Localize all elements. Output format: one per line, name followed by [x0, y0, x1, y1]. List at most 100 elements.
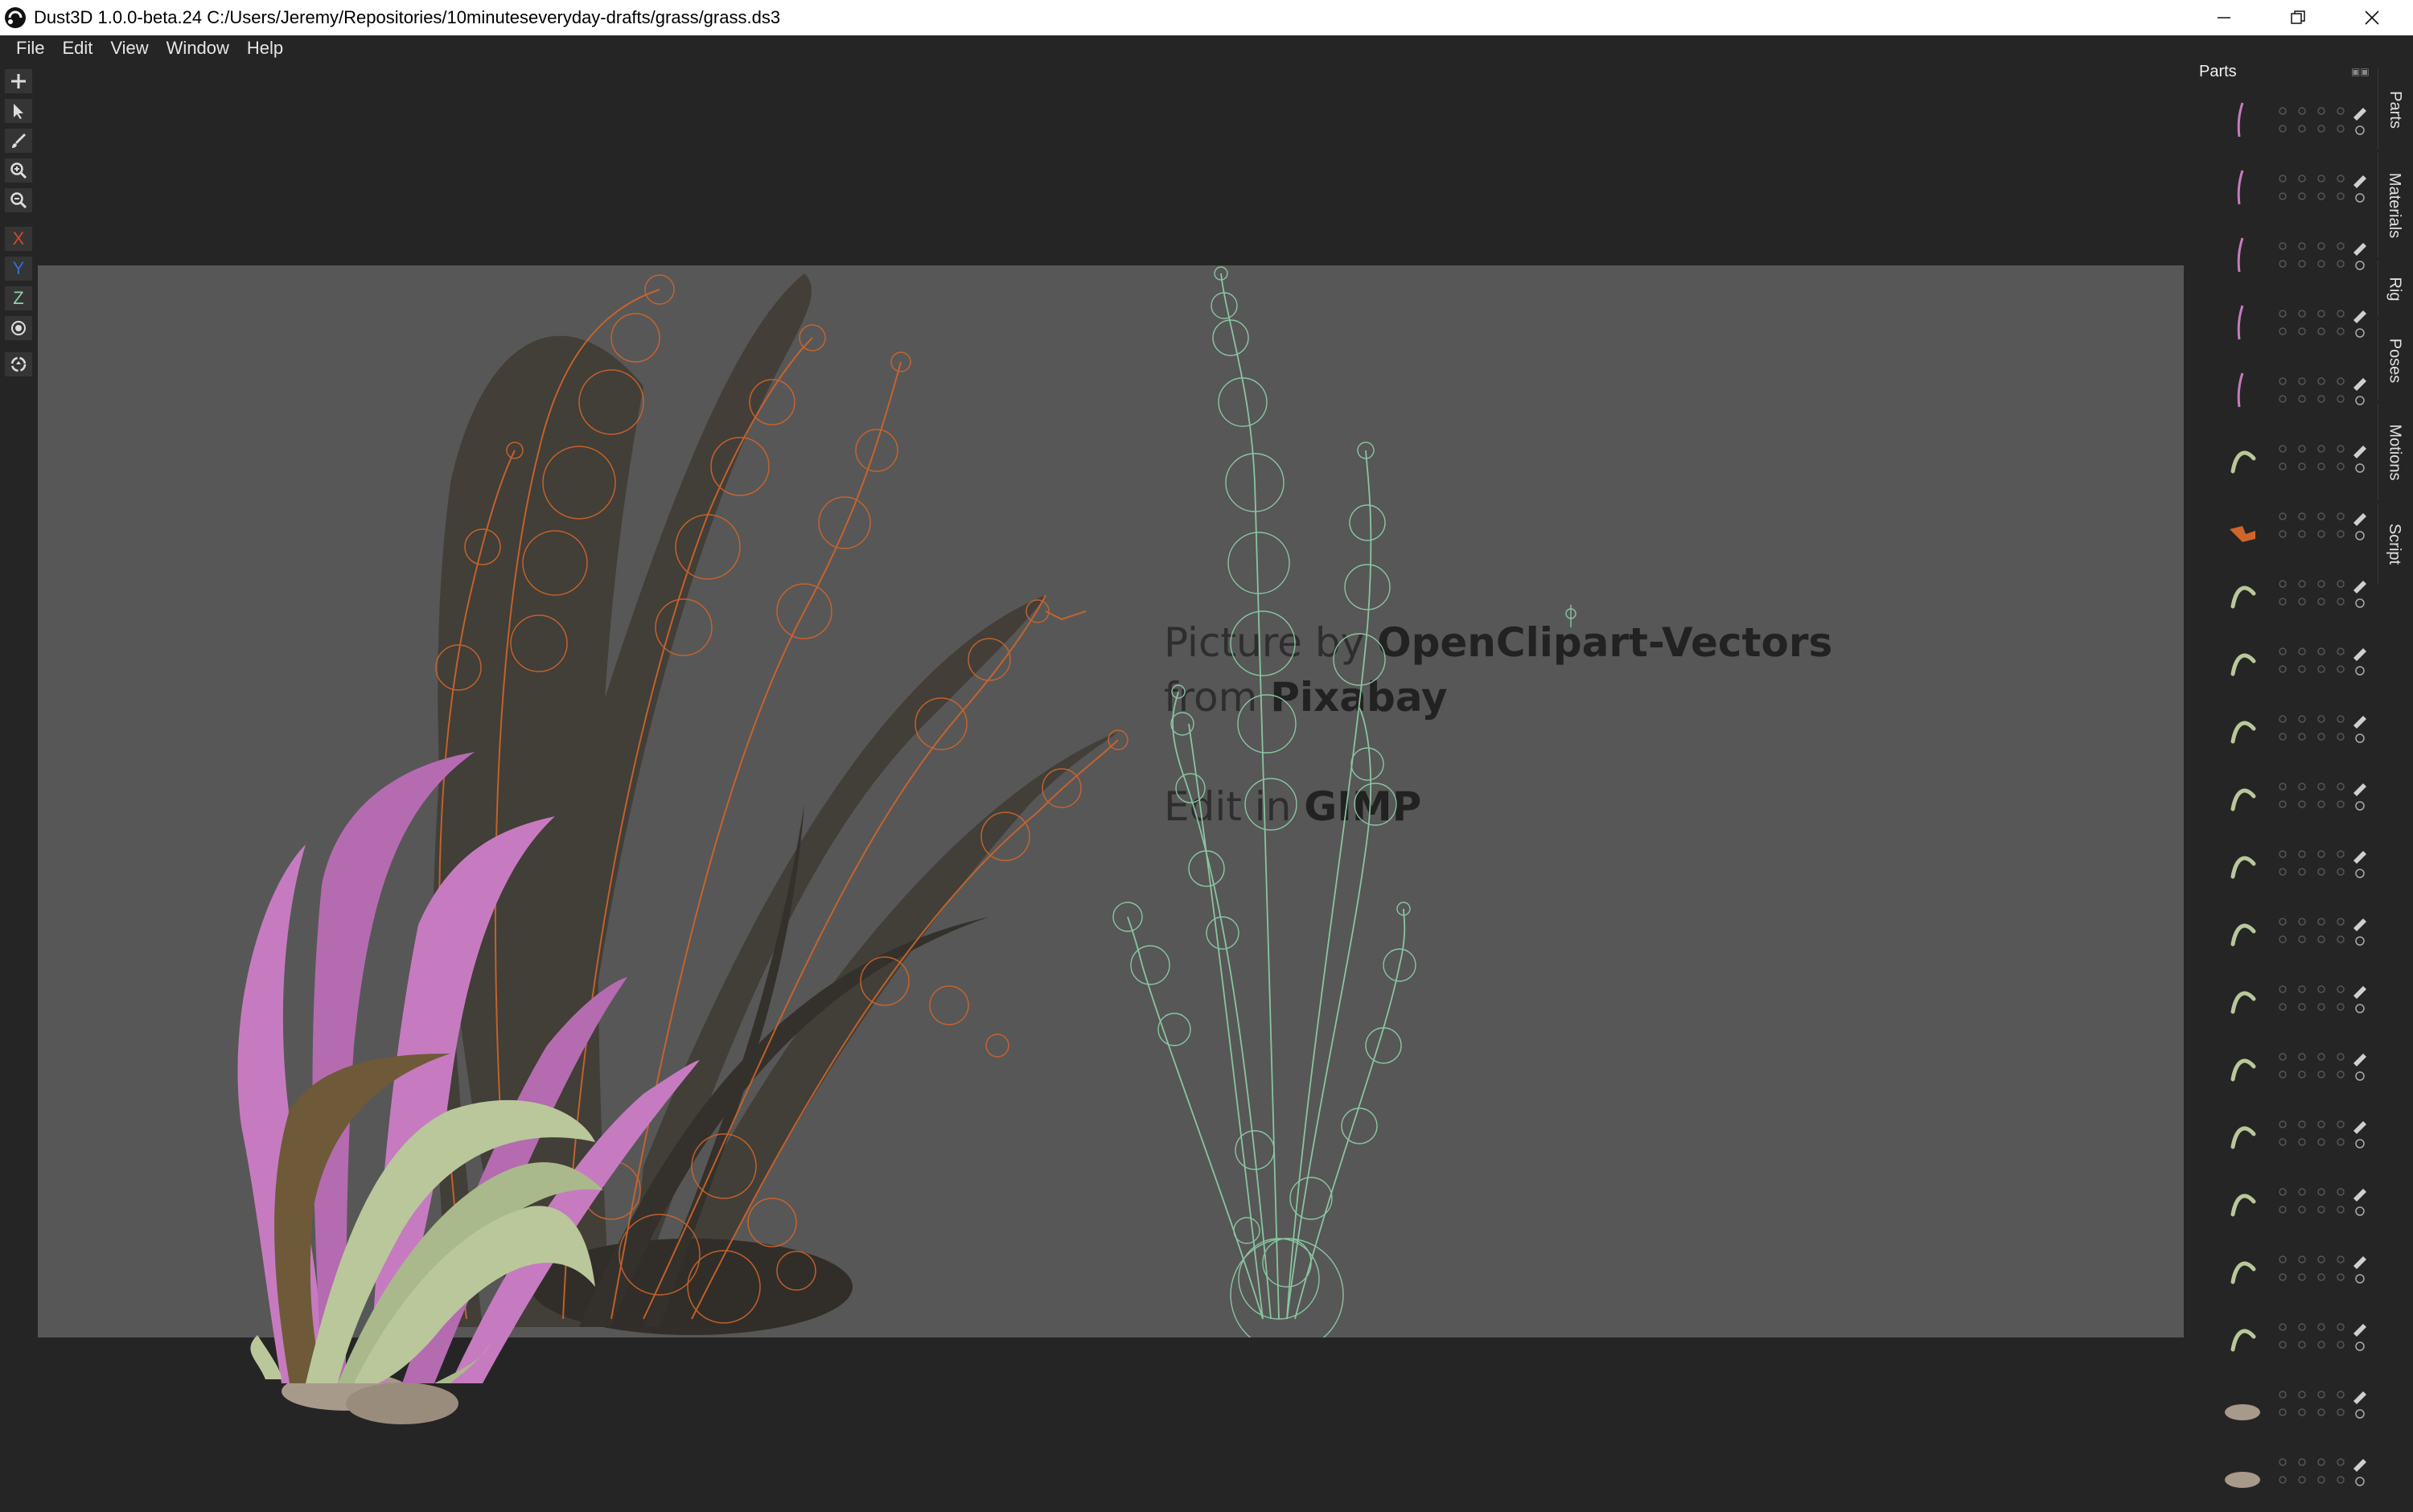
menu-window[interactable]: Window: [158, 38, 238, 59]
part-row[interactable]: [2188, 566, 2374, 634]
part-controls[interactable]: [2276, 1182, 2373, 1231]
credit-prefix-1: Picture by: [1164, 619, 1378, 666]
part-thumbnail[interactable]: [2218, 975, 2267, 1023]
part-thumbnail[interactable]: [2218, 705, 2267, 753]
part-row[interactable]: [2188, 1377, 2374, 1444]
part-row[interactable]: [2188, 634, 2374, 701]
part-row[interactable]: [2188, 431, 2374, 499]
part-row[interactable]: [2188, 1444, 2374, 1512]
part-thumbnail[interactable]: [2218, 299, 2267, 347]
part-controls[interactable]: [2276, 372, 2373, 420]
tab-parts[interactable]: Parts: [2378, 69, 2411, 150]
part-controls[interactable]: [2276, 642, 2373, 690]
part-controls[interactable]: [2276, 1452, 2373, 1501]
close-button[interactable]: [2336, 0, 2408, 35]
part-row[interactable]: [2188, 1039, 2374, 1107]
model-viewport[interactable]: Picture by OpenClipart-Vectors from Pixa…: [38, 265, 2184, 1337]
part-controls[interactable]: [2276, 507, 2373, 555]
part-controls[interactable]: [2276, 1317, 2373, 1366]
zoom-in-button[interactable]: [5, 158, 32, 183]
part-controls[interactable]: [2276, 101, 2373, 150]
tab-parts-label: Parts: [2386, 90, 2404, 129]
part-row[interactable]: [2188, 161, 2374, 228]
part-thumbnail[interactable]: [2218, 502, 2267, 550]
part-controls[interactable]: [2276, 844, 2373, 893]
part-thumbnail[interactable]: [2218, 434, 2267, 483]
part-controls[interactable]: [2276, 1047, 2373, 1095]
part-row[interactable]: [2188, 499, 2374, 566]
tab-script[interactable]: Script: [2378, 503, 2411, 584]
part-controls[interactable]: [2276, 1385, 2373, 1433]
part-row[interactable]: [2188, 972, 2374, 1039]
part-controls[interactable]: [2276, 169, 2373, 217]
part-row[interactable]: [2188, 364, 2374, 431]
part-row[interactable]: [2188, 904, 2374, 972]
part-controls[interactable]: [2276, 709, 2373, 758]
panel-float-close-icon[interactable]: ▣▣: [2351, 66, 2370, 77]
minimize-button[interactable]: [2188, 0, 2260, 35]
part-thumbnail[interactable]: [2218, 1313, 2267, 1361]
z-axis-lock-button[interactable]: Z: [5, 286, 32, 310]
select-tool-button[interactable]: [5, 99, 32, 123]
part-thumbnail[interactable]: [2218, 840, 2267, 888]
part-thumbnail[interactable]: [2218, 1380, 2267, 1428]
part-thumbnail[interactable]: [2218, 1245, 2267, 1293]
part-controls[interactable]: [2276, 980, 2373, 1028]
menu-view[interactable]: View: [101, 38, 157, 59]
paint-tool-button[interactable]: [5, 129, 32, 153]
radius-lock-button[interactable]: [5, 316, 32, 340]
part-controls[interactable]: [2276, 1115, 2373, 1163]
dock-tabs: Parts Materials Rig Poses Motions Script: [2374, 61, 2413, 584]
tab-motions[interactable]: Motions: [2378, 404, 2411, 500]
menu-bar: File Edit View Window Help: [0, 35, 2188, 61]
part-row[interactable]: [2188, 769, 2374, 836]
part-thumbnail[interactable]: [2218, 1177, 2267, 1226]
part-row[interactable]: [2188, 296, 2374, 364]
tab-materials[interactable]: Materials: [2378, 153, 2411, 257]
part-thumbnail[interactable]: [2218, 772, 2267, 820]
part-row[interactable]: [2188, 93, 2374, 161]
part-thumbnail[interactable]: [2218, 1042, 2267, 1091]
part-row[interactable]: [2188, 1107, 2374, 1174]
y-axis-lock-button[interactable]: Y: [5, 257, 32, 281]
part-thumbnail[interactable]: [2218, 367, 2267, 415]
part-thumbnail[interactable]: [2218, 1448, 2267, 1496]
part-controls[interactable]: [2276, 236, 2373, 285]
menu-help[interactable]: Help: [238, 38, 292, 59]
dust3d-logo-icon: [5, 7, 26, 28]
zoom-out-button[interactable]: [5, 188, 32, 212]
menu-edit[interactable]: Edit: [53, 38, 101, 59]
part-thumbnail[interactable]: [2218, 637, 2267, 685]
x-axis-lock-button[interactable]: X: [5, 227, 32, 251]
part-row[interactable]: [2188, 1174, 2374, 1242]
part-controls[interactable]: [2276, 574, 2373, 622]
part-controls[interactable]: [2276, 777, 2373, 825]
part-row[interactable]: [2188, 1309, 2374, 1377]
part-row[interactable]: [2188, 228, 2374, 296]
tab-script-label: Script: [2386, 523, 2404, 565]
part-thumbnail[interactable]: [2218, 907, 2267, 955]
part-thumbnail[interactable]: [2218, 164, 2267, 212]
close-icon: [2365, 10, 2379, 25]
tab-materials-label: Materials: [2386, 172, 2404, 238]
credit-source: Pixabay: [1270, 674, 1448, 721]
tab-rig-label: Rig: [2386, 276, 2404, 302]
tab-rig[interactable]: Rig: [2378, 261, 2411, 317]
part-thumbnail[interactable]: [2218, 232, 2267, 280]
part-controls[interactable]: [2276, 912, 2373, 960]
part-controls[interactable]: [2276, 439, 2373, 487]
zoom-out-icon: [10, 192, 27, 209]
add-node-button[interactable]: [5, 69, 32, 93]
restore-button[interactable]: [2262, 0, 2334, 35]
part-controls[interactable]: [2276, 304, 2373, 352]
menu-file[interactable]: File: [0, 38, 53, 59]
part-thumbnail[interactable]: [2218, 97, 2267, 145]
part-row[interactable]: [2188, 836, 2374, 904]
part-thumbnail[interactable]: [2218, 569, 2267, 618]
part-row[interactable]: [2188, 1242, 2374, 1309]
part-row[interactable]: [2188, 701, 2374, 769]
regenerate-button[interactable]: [5, 352, 32, 376]
part-controls[interactable]: [2276, 1250, 2373, 1298]
tab-poses[interactable]: Poses: [2378, 320, 2411, 401]
part-thumbnail[interactable]: [2218, 1110, 2267, 1158]
